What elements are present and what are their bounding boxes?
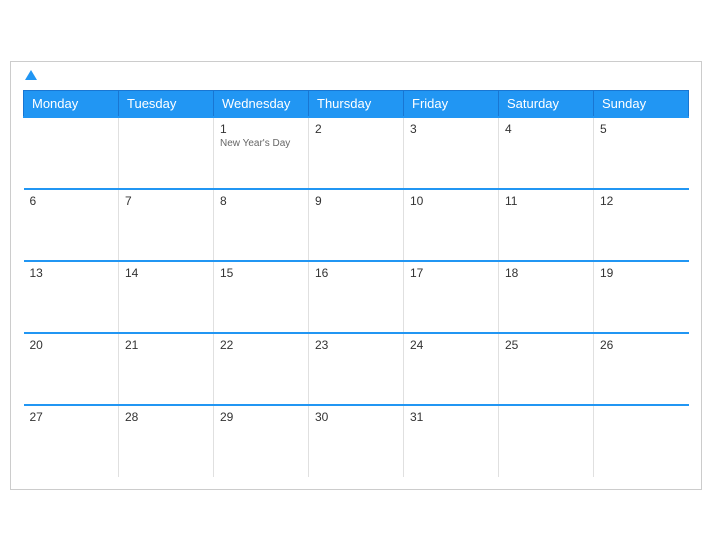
day-cell: 14 — [119, 261, 214, 333]
day-cell: 24 — [404, 333, 499, 405]
week-row-2: 6789 10 11 12 — [24, 189, 689, 261]
day-number: 22 — [220, 338, 302, 352]
day-number: 19 — [600, 266, 683, 280]
day-cell: 28 — [119, 405, 214, 477]
day-cell: 19 — [594, 261, 689, 333]
day-cell: 3 — [404, 117, 499, 189]
day-number: 24 — [410, 338, 492, 352]
week-row-1: 1 New Year's Day 2345 — [24, 117, 689, 189]
day-number: 4 — [505, 122, 587, 136]
day-cell: 22 — [214, 333, 309, 405]
day-cell: 9 — [309, 189, 404, 261]
day-cell: 23 — [309, 333, 404, 405]
day-number: 5 — [600, 122, 683, 136]
day-cell — [24, 117, 119, 189]
day-cell: 15 — [214, 261, 309, 333]
day-cell: 20 — [24, 333, 119, 405]
day-number: 26 — [600, 338, 683, 352]
day-number: 29 — [220, 410, 302, 424]
day-number: 30 — [315, 410, 397, 424]
day-number: 2 — [315, 122, 397, 136]
day-number: 1 — [220, 122, 302, 136]
day-cell: 4 — [499, 117, 594, 189]
day-cell: 10 — [404, 189, 499, 261]
day-cell — [594, 405, 689, 477]
day-number: 9 — [315, 194, 397, 208]
day-cell: 30 — [309, 405, 404, 477]
day-cell — [499, 405, 594, 477]
week-row-4: 20 21 22 23 24 25 26 — [24, 333, 689, 405]
day-cell: 6 — [24, 189, 119, 261]
day-number: 7 — [125, 194, 207, 208]
calendar-table: MondayTuesdayWednesdayThursdayFridaySatu… — [23, 90, 689, 477]
weekday-header-row: MondayTuesdayWednesdayThursdayFridaySatu… — [24, 90, 689, 117]
day-number: 18 — [505, 266, 587, 280]
day-number: 21 — [125, 338, 207, 352]
weekday-header-saturday: Saturday — [499, 90, 594, 117]
day-cell: 21 — [119, 333, 214, 405]
day-number: 8 — [220, 194, 302, 208]
day-cell: 13 — [24, 261, 119, 333]
day-cell: 11 — [499, 189, 594, 261]
day-number: 11 — [505, 194, 587, 208]
day-cell: 17 — [404, 261, 499, 333]
day-cell: 16 — [309, 261, 404, 333]
day-cell: 25 — [499, 333, 594, 405]
weekday-header-friday: Friday — [404, 90, 499, 117]
logo-triangle-icon — [25, 70, 37, 80]
calendar: MondayTuesdayWednesdayThursdayFridaySatu… — [10, 61, 702, 490]
day-number: 10 — [410, 194, 492, 208]
day-number: 16 — [315, 266, 397, 280]
day-cell: 27 — [24, 405, 119, 477]
day-cell: 7 — [119, 189, 214, 261]
week-row-3: 13 14 15 16 17 18 19 — [24, 261, 689, 333]
day-cell: 18 — [499, 261, 594, 333]
weekday-header-sunday: Sunday — [594, 90, 689, 117]
day-cell: 2 — [309, 117, 404, 189]
day-number: 28 — [125, 410, 207, 424]
day-cell — [119, 117, 214, 189]
day-number: 20 — [30, 338, 113, 352]
day-event: New Year's Day — [220, 138, 302, 149]
day-number: 25 — [505, 338, 587, 352]
week-row-5: 27 28 29 30 31 — [24, 405, 689, 477]
day-number: 3 — [410, 122, 492, 136]
day-number: 12 — [600, 194, 683, 208]
weekday-header-wednesday: Wednesday — [214, 90, 309, 117]
calendar-header — [23, 72, 689, 82]
day-cell: 26 — [594, 333, 689, 405]
calendar-body: 1New Year's Day2345678910111213141516171… — [24, 117, 689, 477]
weekday-header-thursday: Thursday — [309, 90, 404, 117]
day-cell: 29 — [214, 405, 309, 477]
weekday-header-monday: Monday — [24, 90, 119, 117]
day-cell: 31 — [404, 405, 499, 477]
day-number: 17 — [410, 266, 492, 280]
day-cell: 1 New Year's Day — [214, 117, 309, 189]
day-number: 15 — [220, 266, 302, 280]
logo — [23, 72, 37, 82]
day-cell: 12 — [594, 189, 689, 261]
day-cell: 5 — [594, 117, 689, 189]
day-cell: 8 — [214, 189, 309, 261]
weekday-header-tuesday: Tuesday — [119, 90, 214, 117]
day-number: 14 — [125, 266, 207, 280]
day-number: 31 — [410, 410, 492, 424]
day-number: 13 — [30, 266, 113, 280]
day-number: 23 — [315, 338, 397, 352]
day-number: 27 — [30, 410, 113, 424]
day-number: 6 — [30, 194, 113, 208]
